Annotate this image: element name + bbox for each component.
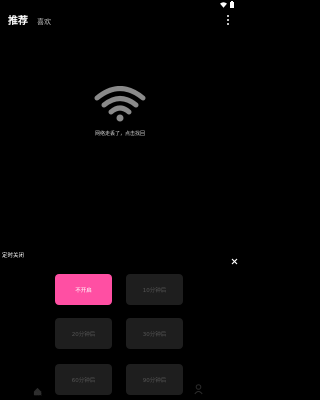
timer-option-20min[interactable]: 20分钟后 — [55, 318, 112, 349]
top-tabs: 推荐 喜欢 — [8, 12, 51, 27]
tab-favorites[interactable]: 喜欢 — [37, 17, 51, 27]
sheet-title: 定时关闭 — [2, 253, 25, 259]
battery-icon — [230, 1, 234, 8]
more-vertical-icon[interactable] — [225, 14, 231, 26]
status-wifi-icon — [220, 1, 227, 8]
network-error-message[interactable]: 网络走丢了，点击找回 — [0, 130, 240, 137]
close-icon[interactable] — [231, 250, 238, 269]
nav-home-label[interactable]: 首页 — [34, 391, 42, 397]
user-icon[interactable] — [194, 380, 203, 399]
timer-option-30min[interactable]: 30分钟后 — [126, 318, 183, 349]
bottom-nav: 首页 — [0, 376, 240, 400]
timer-option-off[interactable]: 不开启 — [55, 274, 112, 305]
tab-recommend[interactable]: 推荐 — [8, 12, 28, 27]
wifi-icon[interactable] — [94, 86, 146, 126]
status-bar — [0, 0, 240, 12]
timer-option-10min[interactable]: 10分钟后 — [126, 274, 183, 305]
